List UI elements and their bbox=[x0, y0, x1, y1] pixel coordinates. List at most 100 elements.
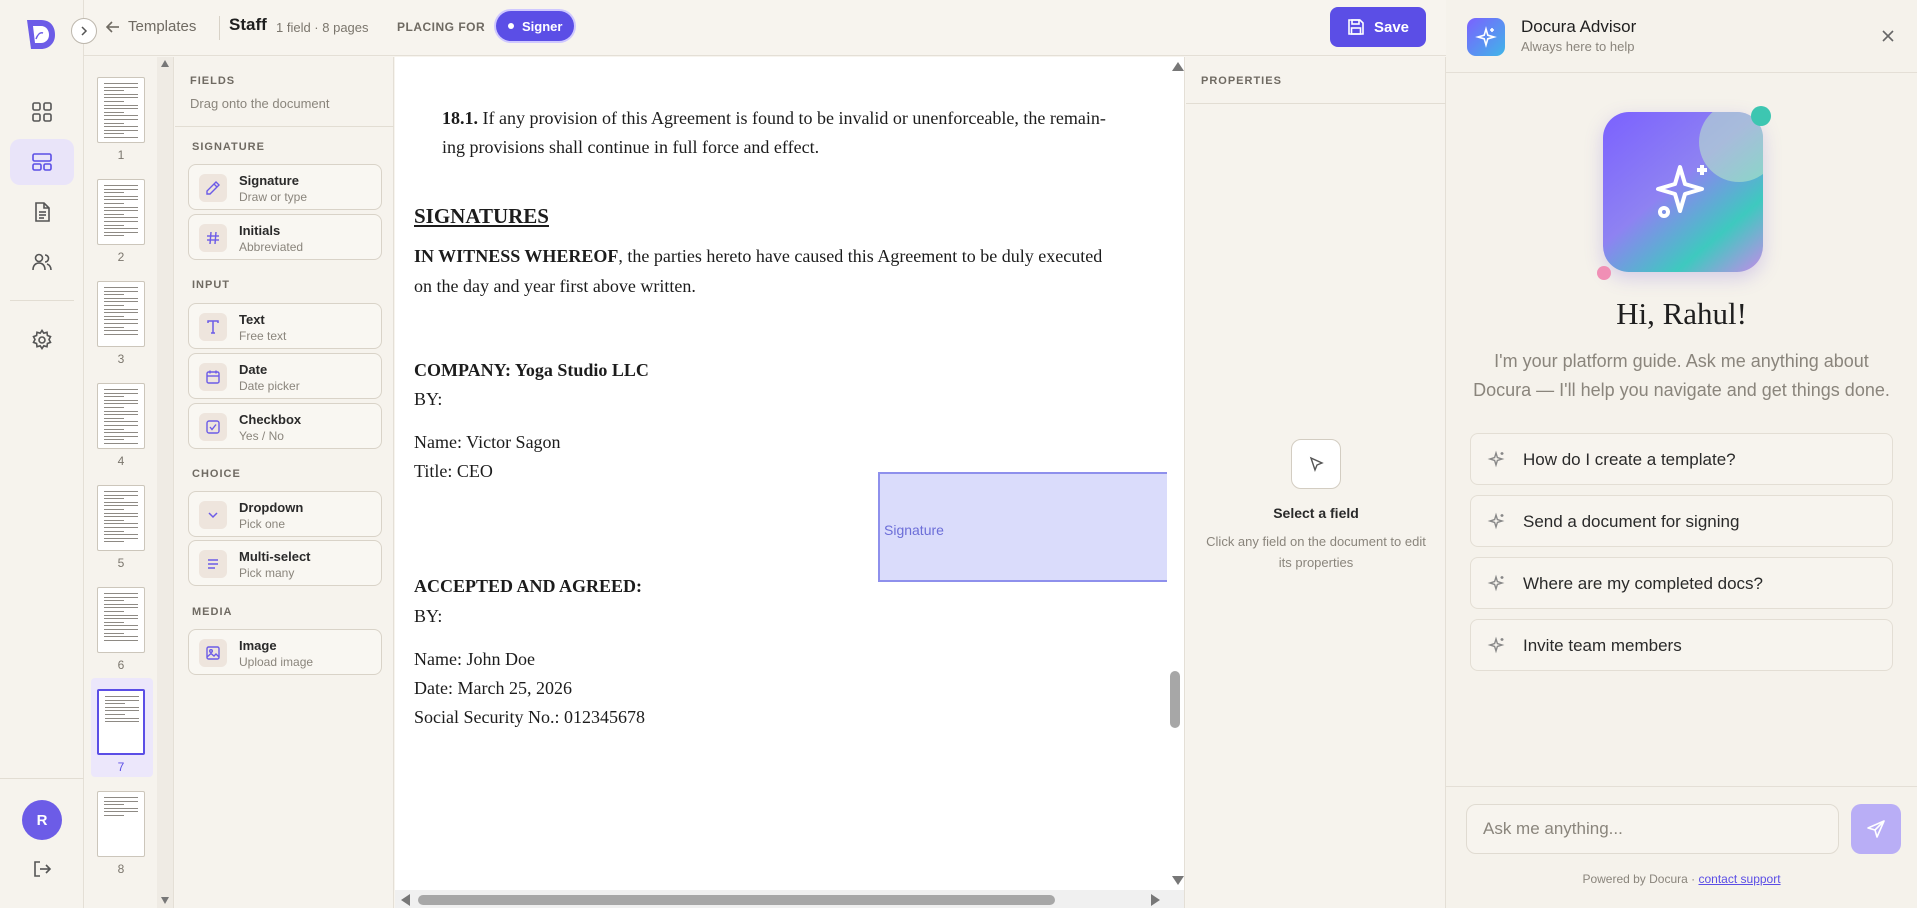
page-thumbnail[interactable] bbox=[97, 383, 145, 449]
page-number: 2 bbox=[117, 250, 125, 264]
thumbnail-text-line bbox=[104, 137, 138, 138]
field-text[interactable]: Text Free text bbox=[188, 303, 382, 349]
page-thumbnail[interactable] bbox=[97, 179, 145, 245]
field-image[interactable]: Image Upload image bbox=[188, 629, 382, 675]
powered-by-footer: Powered by Docura · contact support bbox=[1446, 872, 1917, 886]
placed-signature-field[interactable]: Signature bbox=[878, 472, 1170, 582]
thumbnail-text-line bbox=[104, 407, 124, 408]
field-date[interactable]: Date Date picker bbox=[188, 353, 382, 399]
docura-logo[interactable] bbox=[21, 14, 61, 54]
page-thumbnail[interactable] bbox=[97, 791, 145, 857]
thumbnail-text-line bbox=[104, 221, 138, 222]
send-message-button[interactable] bbox=[1851, 804, 1901, 854]
thumbnail-text-line bbox=[104, 614, 138, 616]
thumbnail-text-line bbox=[105, 696, 139, 697]
thumbnail-text-line bbox=[104, 618, 138, 620]
logout-button[interactable] bbox=[10, 846, 74, 892]
scroll-up-arrow-icon[interactable] bbox=[161, 60, 169, 67]
thumbnail-text-line bbox=[104, 414, 138, 416]
properties-title: PROPERTIES bbox=[1201, 75, 1282, 87]
user-avatar[interactable]: R bbox=[22, 800, 62, 840]
arrow-left-icon bbox=[106, 20, 119, 33]
field-signature[interactable]: Signature Draw or type bbox=[188, 164, 382, 210]
thumbnail-text-line bbox=[104, 527, 138, 528]
suggestion-send-document[interactable]: Send a document for signing bbox=[1470, 495, 1893, 547]
page-thumbnail[interactable] bbox=[97, 587, 145, 653]
save-button[interactable]: Save bbox=[1330, 7, 1426, 47]
nav-templates[interactable] bbox=[10, 139, 74, 185]
nav-documents[interactable] bbox=[10, 189, 74, 235]
expand-sidebar-button[interactable] bbox=[71, 18, 97, 44]
scroll-down-arrow-icon[interactable] bbox=[161, 897, 169, 904]
nav-settings[interactable] bbox=[10, 317, 74, 363]
page-thumbnail[interactable] bbox=[97, 689, 145, 755]
document-vertical-scrollbar[interactable] bbox=[1167, 57, 1184, 895]
thumbnail-text-line bbox=[104, 185, 138, 186]
thumbnail-text-line bbox=[104, 516, 138, 518]
nav-contacts[interactable] bbox=[10, 239, 74, 285]
page-thumbnail[interactable] bbox=[97, 77, 145, 143]
scroll-down-arrow-icon[interactable] bbox=[1172, 876, 1184, 885]
page-thumbnail[interactable] bbox=[97, 485, 145, 551]
thumbnail-text-line bbox=[105, 710, 139, 712]
suggestion-completed-docs[interactable]: Where are my completed docs? bbox=[1470, 557, 1893, 609]
suggestion-text: Invite team members bbox=[1523, 636, 1682, 655]
thumbnail-text-line bbox=[104, 203, 124, 204]
thumbnail-text-line bbox=[105, 706, 139, 708]
thumbnail-text-line bbox=[104, 621, 124, 623]
thumbnails-scrollbar[interactable] bbox=[157, 57, 173, 908]
thumbnail-text-line bbox=[104, 632, 124, 634]
thumbnail-text-line bbox=[104, 210, 138, 212]
thumbnail-text-line bbox=[104, 505, 138, 507]
thumbnail-text-line bbox=[104, 206, 138, 208]
signatures-heading: SIGNATURES bbox=[414, 204, 549, 228]
contact-support-link[interactable]: contact support bbox=[1699, 872, 1781, 886]
vertical-scroll-thumb[interactable] bbox=[1170, 671, 1180, 728]
horizontal-scroll-thumb[interactable] bbox=[418, 895, 1055, 905]
field-multiselect[interactable]: Multi-select Pick many bbox=[188, 540, 382, 586]
template-title: Staff bbox=[229, 15, 267, 34]
thumbnail-text-line bbox=[104, 122, 124, 124]
thumbnail-text-line bbox=[104, 537, 138, 539]
thumbnail-text-line bbox=[104, 305, 124, 306]
chevron-down-icon bbox=[199, 501, 227, 529]
accepted-heading: ACCEPTED AND AGREED: bbox=[414, 576, 643, 596]
thumbnail-text-line bbox=[104, 287, 138, 288]
placing-for-label: PLACING FOR bbox=[397, 20, 486, 34]
field-dropdown[interactable]: Dropdown Pick one bbox=[188, 491, 382, 537]
document-canvas[interactable]: 18.1. If any provision of this Agreement… bbox=[395, 57, 1185, 908]
thumbnail-text-line bbox=[104, 807, 138, 809]
top-header: Templates Staff 1 field · 8 pages PLACIN… bbox=[84, 0, 1446, 56]
field-initials[interactable]: Initials Abbreviated bbox=[188, 214, 382, 260]
fields-divider bbox=[175, 126, 394, 127]
sparkle-icon bbox=[1487, 512, 1505, 530]
back-to-templates[interactable]: Templates bbox=[106, 18, 196, 35]
nav-dashboard[interactable] bbox=[10, 89, 74, 135]
scroll-right-arrow-icon[interactable] bbox=[1151, 894, 1160, 906]
header-separator bbox=[219, 16, 220, 40]
field-name: Date bbox=[239, 362, 268, 377]
page-thumbnail[interactable] bbox=[97, 281, 145, 347]
signer-date: Date: March 25, 2026 bbox=[414, 678, 572, 698]
scroll-left-arrow-icon[interactable] bbox=[401, 894, 410, 906]
signer-role-pill[interactable]: Signer bbox=[496, 11, 575, 41]
page-number: 1 bbox=[117, 148, 125, 162]
thumbnail-text-line bbox=[104, 523, 138, 525]
thumbnail-text-line bbox=[104, 534, 138, 536]
close-advisor-button[interactable] bbox=[1876, 24, 1900, 48]
thumbnail-text-line bbox=[104, 224, 124, 226]
thumbnail-text-line bbox=[104, 86, 138, 88]
thumbnail-text-line bbox=[104, 104, 138, 106]
thumbnail-text-line bbox=[105, 717, 139, 719]
advisor-chat-input[interactable] bbox=[1466, 804, 1839, 854]
advisor-intro: I'm your platform guide. Ask me anything… bbox=[1473, 351, 1890, 400]
field-checkbox[interactable]: Checkbox Yes / No bbox=[188, 403, 382, 449]
thumbnail-text-line bbox=[104, 639, 138, 641]
thumbnail-text-line bbox=[104, 83, 138, 84]
thumbnail-text-line bbox=[104, 308, 138, 310]
template-meta: 1 field · 8 pages bbox=[276, 20, 369, 35]
scroll-up-arrow-icon[interactable] bbox=[1172, 62, 1184, 71]
thumbnail-text-line bbox=[105, 699, 139, 701]
suggestion-invite-team[interactable]: Invite team members bbox=[1470, 619, 1893, 671]
suggestion-create-template[interactable]: How do I create a template? bbox=[1470, 433, 1893, 485]
